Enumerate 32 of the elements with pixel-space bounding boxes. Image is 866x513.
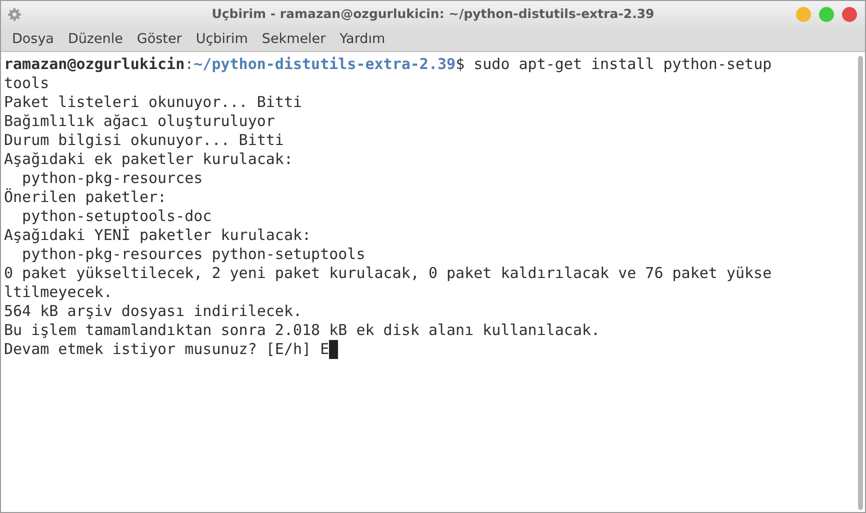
command-text: $ sudo apt-get install python-setup bbox=[456, 55, 772, 73]
menu-item[interactable]: Dosya bbox=[5, 29, 61, 50]
window-title: Uçbirim - ramazan@ozgurlukicin: ~/python-distutils-extra-2.39 bbox=[212, 5, 654, 24]
terminal-line: Bu işlem tamamlandıktan sonra 2.018 kB ek disk alanı kullanılacak. bbox=[4, 321, 600, 339]
terminal-line: Aşağıdaki YENİ paketler kurulacak: bbox=[4, 226, 312, 244]
terminal-line: python-setuptools-doc bbox=[21, 207, 212, 225]
menu-item[interactable]: Düzenle bbox=[60, 29, 130, 50]
terminal-line: 0 paket yükseltilecek, 2 yeni paket kurulacak, 0 paket kaldırılacak ve 76 paket yükse bbox=[4, 264, 772, 282]
terminal-line: python-pkg-resources python-setuptools bbox=[21, 245, 366, 263]
scrollbar[interactable] bbox=[858, 56, 863, 510]
terminal-line: Durum bilgisi okunuyor... Bitti bbox=[4, 131, 284, 149]
terminal-line: python-pkg-resources bbox=[21, 169, 203, 187]
prompt-path: ~/python-distutils-extra-2.39 bbox=[194, 55, 456, 73]
terminal-line: Aşağıdaki ek paketler kurulacak: bbox=[4, 150, 293, 168]
terminal-line: tools bbox=[4, 74, 50, 92]
prompt-separator: : bbox=[184, 55, 194, 73]
text-cursor bbox=[329, 340, 338, 359]
menu-item[interactable]: Yardım bbox=[332, 29, 392, 50]
menu-item[interactable]: Göster bbox=[130, 29, 189, 50]
settings-icon[interactable] bbox=[8, 8, 21, 21]
prompt-user: ramazan@ozgurlukicin bbox=[4, 55, 185, 73]
terminal-line: Bağımlılık ağacı oluşturuluyor bbox=[4, 112, 275, 130]
terminal-line: Paket listeleri okunuyor... Bitti bbox=[4, 93, 302, 111]
menu-item[interactable]: Uçbirim bbox=[188, 29, 255, 50]
terminal-line: Önerilen paketler: bbox=[4, 188, 167, 206]
menu-item[interactable]: Sekmeler bbox=[254, 29, 333, 50]
terminal-line: 564 kB arşiv dosyası indirilecek. bbox=[4, 302, 302, 320]
terminal-line: Devam etmek istiyor musunuz? [E/h] E bbox=[4, 340, 330, 358]
close-button[interactable] bbox=[842, 7, 857, 22]
minimize-button[interactable] bbox=[796, 7, 811, 22]
terminal-line: ltilmeyecek. bbox=[4, 283, 112, 301]
maximize-button[interactable] bbox=[819, 7, 834, 22]
